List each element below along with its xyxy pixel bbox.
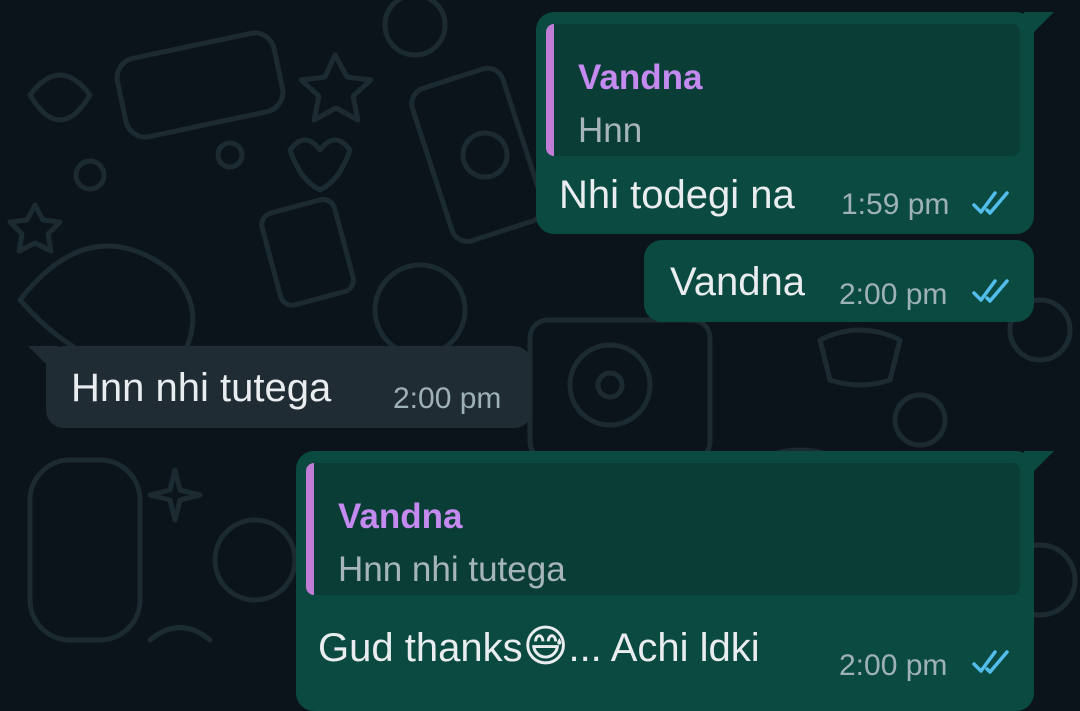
quoted-sender-name: Vandna <box>338 497 463 536</box>
bubble-tail <box>1024 451 1054 481</box>
outgoing-message-bubble[interactable]: Vandna 2:00 pm <box>644 240 1034 322</box>
double-check-read-icon <box>972 279 1009 303</box>
message-time: 1:59 pm <box>841 188 950 221</box>
message-text: Gud thanks😅... Achi ldki <box>318 621 760 672</box>
sweat-smile-emoji-icon: 😅 <box>522 622 569 671</box>
quoted-message-text: Hnn <box>578 111 643 150</box>
message-time: 2:00 pm <box>839 278 948 311</box>
quoted-reply[interactable]: Vandna Hnn nhi tutega <box>306 463 1020 595</box>
message-text-part: ... Achi ldki <box>568 626 760 670</box>
bubble-tail <box>1024 12 1054 42</box>
double-check-read-icon <box>972 650 1009 674</box>
message-text: Hnn nhi tutega <box>71 366 332 410</box>
quoted-message-text: Hnn nhi tutega <box>338 550 566 589</box>
message-text-part: Gud thanks <box>318 626 523 670</box>
quote-accent-bar <box>306 463 314 595</box>
message-time: 2:00 pm <box>839 649 948 682</box>
message-text: Nhi todegi na <box>559 173 795 217</box>
quote-accent-bar <box>546 24 554 156</box>
quoted-sender-name: Vandna <box>578 58 703 97</box>
message-time: 2:00 pm <box>393 382 502 415</box>
quoted-reply[interactable]: Vandna Hnn <box>546 24 1020 156</box>
incoming-message-bubble[interactable]: Hnn nhi tutega 2:00 pm <box>46 346 532 428</box>
outgoing-message-bubble[interactable]: Vandna Hnn Nhi todegi na 1:59 pm <box>536 12 1034 234</box>
message-text: Vandna <box>670 260 805 304</box>
double-check-read-icon <box>972 191 1009 215</box>
outgoing-message-bubble[interactable]: Vandna Hnn nhi tutega Gud thanks😅... Ach… <box>296 451 1034 711</box>
